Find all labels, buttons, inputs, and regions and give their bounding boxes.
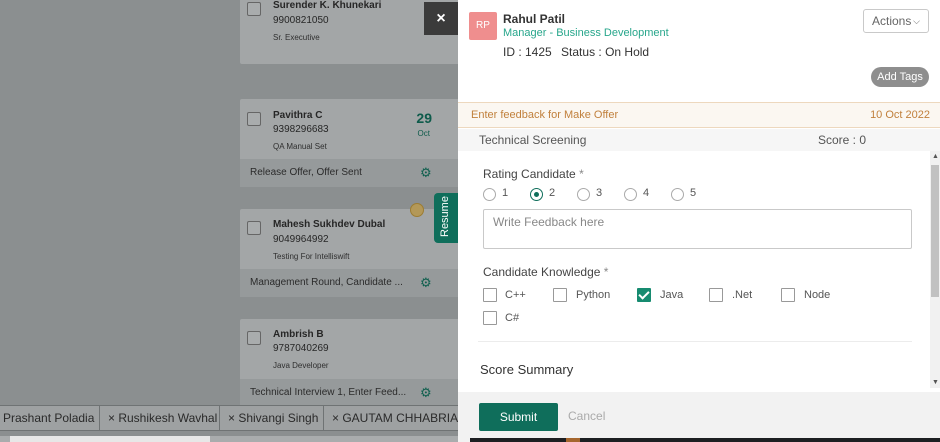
rating-radio-label: 3 [596,187,603,199]
knowledge-checkbox-csharp[interactable] [483,311,497,325]
rating-radio-label: 1 [502,187,509,199]
rating-radio-label: 5 [690,187,697,199]
rating-radio-label: 4 [643,187,650,199]
panel-footer: Submit Cancel [458,392,940,442]
feedback-banner-label: Enter feedback for Make Offer [471,109,619,121]
knowledge-option-label: Java [660,289,684,301]
card-role: QA Manual Set [273,142,327,151]
knowledge-checkbox-python[interactable] [553,288,567,302]
rating-radio-4[interactable] [624,188,637,201]
knowledge-option-label: .Net [732,289,753,301]
card-checkbox[interactable] [247,112,261,126]
resume-tab[interactable]: Resume [434,193,458,243]
filter-chip[interactable]: × GAUTAM CHHABRIA [323,405,460,431]
card-phone: 9900821050 [273,15,329,26]
card-name: Surender K. Khunekari [273,0,382,11]
card-phone: 9398296683 [273,124,329,135]
card-status: Management Round, Candidate ... [240,269,470,297]
knowledge-checkbox-java[interactable] [637,288,651,302]
section-score: Score : 0 [818,133,867,147]
card-settings-icon[interactable]: ⚙ [420,386,434,400]
card-name: Pavithra C [273,110,323,121]
card-date-day: 29 [416,110,432,126]
scroll-up-icon[interactable]: ▲ [932,153,939,160]
rating-radio-3[interactable] [577,188,590,201]
knowledge-checkbox-node[interactable] [781,288,795,302]
knowledge-option-label: C# [505,312,520,324]
rating-radio-label: 2 [549,187,556,199]
board-bottom-strip [0,436,460,442]
scrollbar[interactable]: ▲ ▼ [930,151,940,388]
knowledge-label: Candidate Knowledge * [483,265,609,279]
feedback-banner: Enter feedback for Make Offer 10 Oct 202… [458,102,940,128]
divider [478,341,912,342]
card-phone: 9049964992 [273,234,329,245]
rating-radio-2[interactable] [530,188,543,201]
candidate-title: Manager - Business Development [503,27,669,39]
feedback-panel: RP Rahul Patil Manager - Business Develo… [458,0,940,442]
card-checkbox[interactable] [247,221,261,235]
candidate-meta: ID : 1425 Status : On Hold [503,45,655,59]
card-name: Ambrish B [273,329,324,340]
avatar: RP [469,12,497,40]
filter-chip[interactable]: × Rushikesh Wavhal [99,405,227,431]
knowledge-option-label: Node [804,289,831,301]
candidate-header: RP Rahul Patil Manager - Business Develo… [458,0,940,102]
candidate-card[interactable]: Pavithra C 9398296683 QA Manual Set 29 O… [240,99,470,187]
card-date-month: Oct [417,129,430,138]
add-tags-button[interactable]: Add Tags [871,67,929,87]
card-settings-icon[interactable]: ⚙ [420,276,434,290]
candidate-id: ID : 1425 [503,45,552,59]
knowledge-option-label: C++ [505,289,526,301]
card-role: Sr. Executive [273,33,320,42]
rating-radio-1[interactable] [483,188,496,201]
rating-label: Rating Candidate * [483,167,584,181]
filter-chip[interactable]: × Shivangi Singh [219,405,328,431]
view-icon[interactable] [410,203,424,217]
card-settings-icon[interactable]: ⚙ [420,166,434,180]
feedback-form: Rating Candidate * 1 2 3 4 5 Write Feedb… [458,151,940,388]
bottom-strip [470,438,940,442]
card-checkbox[interactable] [247,331,261,345]
feedback-banner-date: 10 Oct 2022 [870,109,930,121]
feedback-textarea[interactable]: Write Feedback here [483,209,912,249]
actions-dropdown[interactable]: Actions ⌵ [863,9,929,33]
candidate-card[interactable]: Ambrish B 9787040269 Java Developer Tech… [240,319,470,407]
filter-chips: Prashant Poladia × Rushikesh Wavhal × Sh… [0,402,460,434]
close-button[interactable]: × [424,2,458,35]
scroll-down-icon[interactable]: ▼ [932,379,939,386]
card-phone: 9787040269 [273,343,329,354]
cancel-button[interactable]: Cancel [568,409,605,423]
card-name: Mahesh Sukhdev Dubal [273,219,386,230]
resume-tab-label: Resume [439,196,451,237]
submit-button[interactable]: Submit [479,403,558,431]
section-name: Technical Screening [479,133,587,147]
knowledge-checkbox-cpp[interactable] [483,288,497,302]
card-role: Testing For Intelliswift [273,252,350,261]
card-status: Release Offer, Offer Sent [240,159,470,187]
knowledge-checkbox-dotnet[interactable] [709,288,723,302]
score-summary-heading: Score Summary [480,362,574,377]
candidate-name: Rahul Patil [503,12,566,26]
section-header: Technical Screening Score : 0 [458,129,940,151]
filter-chip[interactable]: Prashant Poladia [0,405,104,431]
actions-label: Actions [872,14,912,28]
knowledge-option-label: Python [576,289,611,301]
candidate-status: Status : On Hold [561,45,650,59]
card-checkbox[interactable] [247,2,261,16]
card-role: Java Developer [273,361,329,370]
scrollbar-thumb[interactable] [931,165,939,297]
chevron-down-icon: ⌵ [913,16,920,26]
rating-radio-5[interactable] [671,188,684,201]
